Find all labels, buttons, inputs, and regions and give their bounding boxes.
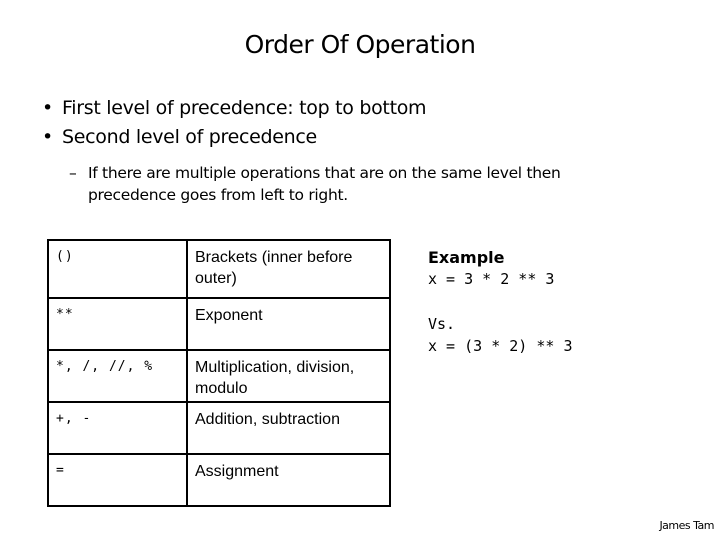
bullet-dot-icon: • (42, 97, 53, 119)
dash-icon: – (69, 164, 77, 182)
table-row: +, - Addition, subtraction (47, 401, 391, 455)
description-cell: Brackets (inner before outer) (186, 239, 391, 299)
operator-cell: = (47, 453, 188, 507)
versus-label: Vs. (428, 315, 456, 333)
example-code-line: x = (3 * 2) ** 3 (428, 337, 573, 355)
author-footer: James Tam (659, 519, 714, 532)
precedence-table: () Brackets (inner before outer) ** Expo… (47, 239, 391, 507)
example-heading: Example (428, 248, 505, 267)
sub-bullet-item: – If there are multiple operations that … (69, 162, 648, 206)
table-row: = Assignment (47, 453, 391, 507)
bullet-text: Second level of precedence (62, 126, 317, 148)
description-cell: Assignment (186, 453, 391, 507)
bullet-item: • Second level of precedence (42, 123, 682, 152)
slide-title: Order Of Operation (244, 30, 476, 59)
operator-cell: +, - (47, 401, 188, 455)
description-cell: Exponent (186, 297, 391, 351)
bullet-item: • First level of precedence: top to bott… (42, 94, 682, 123)
table-row: ** Exponent (47, 297, 391, 351)
table-row: () Brackets (inner before outer) (47, 239, 391, 299)
example-block: Example x = 3 * 2 ** 3 Vs. x = (3 * 2) *… (428, 247, 688, 357)
bullet-list: • First level of precedence: top to bott… (42, 94, 682, 152)
sub-bullet-text: If there are multiple operations that ar… (88, 164, 561, 204)
operator-cell: ** (47, 297, 188, 351)
bullet-text: First level of precedence: top to bottom (62, 97, 427, 119)
description-cell: Addition, subtraction (186, 401, 391, 455)
description-cell: Multiplication, division, modulo (186, 349, 391, 403)
table-row: *, /, //, % Multiplication, division, mo… (47, 349, 391, 403)
operator-cell: *, /, //, % (47, 349, 188, 403)
operator-cell: () (47, 239, 188, 299)
example-code-line: x = 3 * 2 ** 3 (428, 270, 555, 288)
bullet-dot-icon: • (42, 126, 53, 148)
